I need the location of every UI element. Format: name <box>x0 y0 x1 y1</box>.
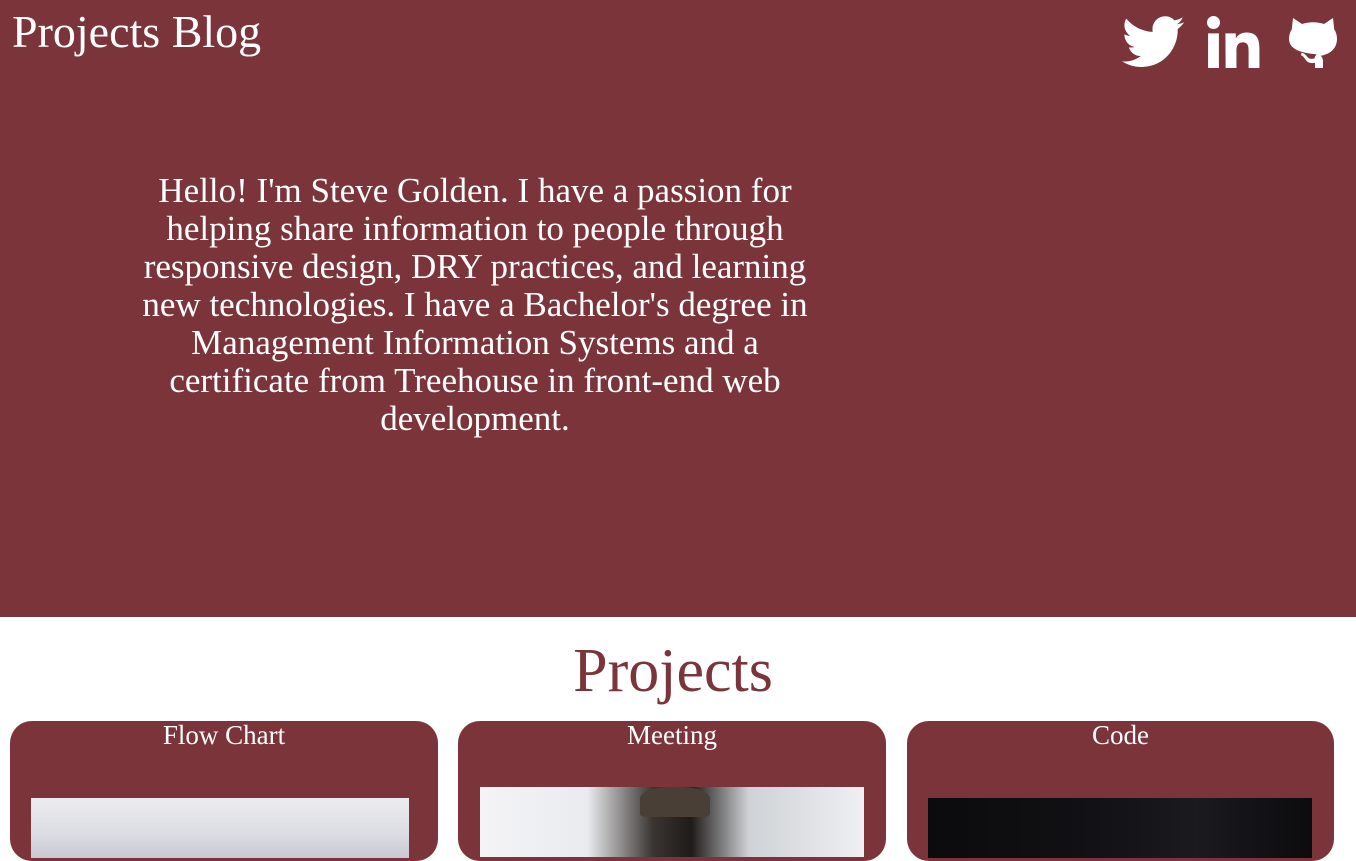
project-card-meeting[interactable]: Meeting <box>458 721 886 861</box>
site-title[interactable]: Projects Blog <box>12 6 261 58</box>
project-thumbnail-meeting <box>480 787 864 857</box>
bio-text: Hello! I'm Steve Golden. I have a passio… <box>142 171 808 438</box>
project-card-flow-chart[interactable]: Flow Chart <box>10 721 438 861</box>
twitter-link[interactable] <box>1121 16 1185 68</box>
linkedin-icon <box>1207 16 1260 68</box>
github-icon <box>1289 18 1337 68</box>
hero-section: Projects Blog Hello! I'm Steve Golden. I… <box>0 0 1356 617</box>
project-card-title: Code <box>1092 721 1149 750</box>
project-card-title: Flow Chart <box>162 721 286 750</box>
github-link[interactable] <box>1288 16 1338 68</box>
project-thumbnail-flow-chart <box>31 798 409 858</box>
twitter-icon <box>1121 16 1185 67</box>
projects-heading: Projects <box>573 637 773 705</box>
project-thumbnail-code <box>928 798 1312 858</box>
project-card-code[interactable]: Code <box>907 721 1334 861</box>
thumbnail-person-shape <box>640 787 710 817</box>
linkedin-link[interactable] <box>1206 16 1260 68</box>
project-card-title: Meeting <box>627 721 717 750</box>
